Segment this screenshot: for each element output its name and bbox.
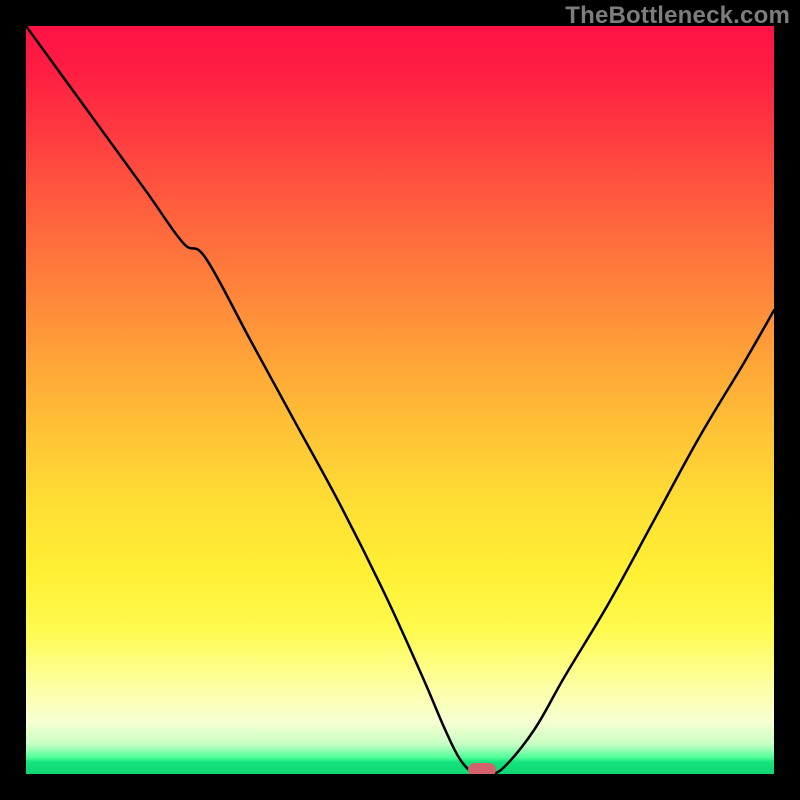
chart-frame: TheBottleneck.com (0, 0, 800, 800)
plot-area (26, 26, 774, 774)
bottleneck-curve (26, 26, 774, 774)
optimal-point-marker (468, 763, 496, 774)
watermark-text: TheBottleneck.com (565, 2, 790, 30)
